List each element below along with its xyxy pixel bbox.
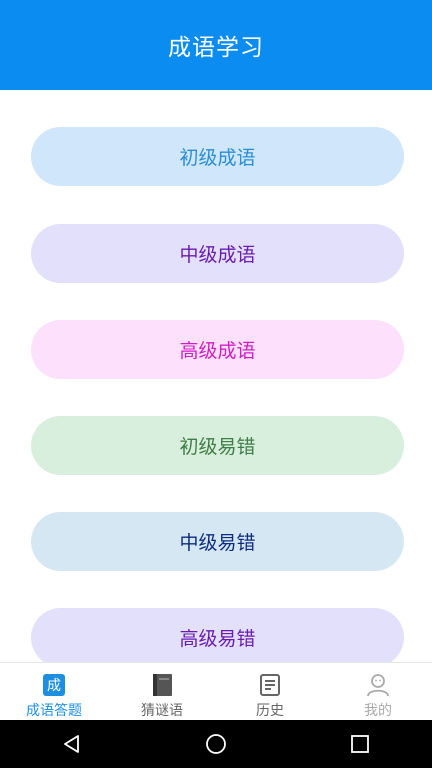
menu-button-label: 初级成语 (179, 147, 256, 169)
menu-button-advanced-idioms[interactable]: 高级成语 (31, 320, 404, 379)
idiom-quiz-icon: 成 (43, 674, 65, 696)
tab-mine[interactable]: 我的 (324, 663, 432, 721)
tab-label: 历史 (256, 703, 284, 719)
tab-label: 我的 (364, 703, 392, 719)
menu-button-label: 初级易错 (179, 436, 256, 458)
bottom-tab-bar: 成 成语答题 猜谜语 历史 我的 (0, 662, 432, 721)
recents-button[interactable] (330, 720, 390, 768)
menu-button-label: 中级成语 (179, 244, 256, 266)
book-icon (153, 674, 172, 696)
recents-square-icon (351, 735, 369, 753)
user-icon (367, 674, 389, 697)
system-nav-bar (0, 720, 432, 768)
tab-riddles[interactable]: 猜谜语 (108, 663, 216, 721)
home-circle-icon (206, 734, 226, 754)
svg-text:成: 成 (47, 678, 61, 694)
menu-button-beginner-idioms[interactable]: 初级成语 (31, 127, 404, 186)
menu-button-label: 中级易错 (179, 532, 256, 554)
back-button[interactable] (42, 720, 102, 768)
home-button[interactable] (186, 720, 246, 768)
menu-button-advanced-errors[interactable]: 高级易错 (31, 608, 404, 662)
tab-history[interactable]: 历史 (216, 663, 324, 721)
menu-list: 初级成语 中级成语 高级成语 初级易错 中级易错 高级易错 (0, 90, 432, 662)
tab-label: 猜谜语 (141, 703, 183, 719)
page-title: 成语学习 (168, 35, 264, 61)
menu-button-label: 高级成语 (179, 340, 256, 362)
menu-button-label: 高级易错 (179, 628, 256, 650)
tab-label: 成语答题 (26, 703, 82, 719)
menu-button-intermediate-idioms[interactable]: 中级成语 (31, 224, 404, 283)
menu-button-beginner-errors[interactable]: 初级易错 (31, 416, 404, 475)
menu-button-intermediate-errors[interactable]: 中级易错 (31, 512, 404, 571)
document-icon (260, 674, 280, 696)
back-triangle-icon (64, 735, 79, 753)
tab-idiom-quiz[interactable]: 成 成语答题 (0, 663, 108, 721)
app-header: 成语学习 (0, 0, 432, 90)
